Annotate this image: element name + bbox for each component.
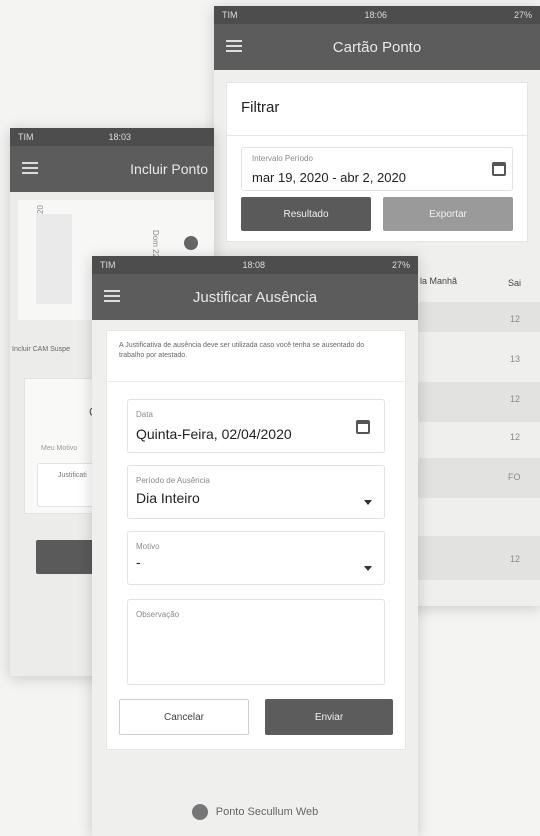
table-row-band [418, 382, 540, 422]
page-title: Incluir Ponto [130, 161, 208, 177]
time-text: 18:03 [108, 132, 132, 142]
battery-text: 27% [391, 260, 410, 270]
page-title: Justificar Ausência [192, 288, 318, 306]
carrier-text: TIM [100, 260, 116, 270]
table-row-band [418, 302, 540, 332]
result-button[interactable]: Resultado [241, 197, 371, 231]
reason-value: - [136, 554, 141, 570]
period-field[interactable]: Intervalo Período mar 19, 2020 - abr 2, … [241, 147, 513, 191]
table-cell: FO [508, 472, 521, 482]
table-header-right: Sai [508, 278, 522, 288]
send-button[interactable]: Enviar [265, 699, 393, 735]
table-cell: 12 [510, 432, 521, 442]
filter-card: Filtrar Intervalo Período mar 19, 2020 -… [226, 82, 528, 242]
absence-period-value: Dia Inteiro [136, 490, 200, 506]
app-bar: Justificar Ausência [92, 274, 418, 320]
absence-period-label: Período de Ausência [136, 476, 210, 485]
date-field[interactable]: Data Quinta-Feira, 02/04/2020 [127, 399, 385, 453]
divider [227, 135, 527, 136]
table-cell: 12 [510, 554, 521, 564]
app-bar: Cartão Ponto [214, 24, 540, 70]
calendar-icon[interactable] [356, 420, 370, 434]
export-button[interactable]: Exportar [383, 197, 513, 231]
justificar-ausencia-screen: TIM 18:08 27% Justificar Ausência A Just… [92, 256, 418, 836]
calendar-icon[interactable] [492, 162, 506, 176]
notes-textarea[interactable]: Observação [127, 599, 385, 685]
status-bar: TIM 18:08 27% [92, 256, 418, 274]
logo-icon [191, 804, 208, 820]
period-value: mar 19, 2020 - abr 2, 2020 [252, 170, 406, 185]
table-cell: 13 [510, 354, 521, 364]
reason-select[interactable]: Motivo - [127, 531, 385, 585]
table-header-left: la Manhã [420, 276, 458, 286]
menu-icon[interactable] [104, 290, 120, 302]
filter-heading: Filtrar [241, 99, 280, 116]
chart-label: Dom 22 [151, 230, 160, 259]
form-card: A Justificativa de ausência deve ser uti… [106, 330, 406, 750]
notes-label: Observação [136, 610, 180, 619]
page-title: Cartão Ponto [332, 38, 422, 56]
table-row-band [418, 536, 540, 580]
battery-text: 27% [513, 10, 532, 20]
row-label: Incluir CAM Suspe [12, 346, 70, 353]
date-value: Quinta-Feira, 02/04/2020 [136, 426, 292, 442]
sub-label: Meu Motivo [41, 445, 78, 452]
menu-icon[interactable] [226, 40, 242, 52]
intro-text: A Justificativa de ausência deve ser uti… [119, 342, 365, 359]
time-text: 18:06 [364, 10, 387, 20]
footer-text: Ponto Secullum Web [215, 806, 319, 818]
chevron-down-icon [364, 500, 372, 505]
chevron-down-icon [364, 566, 372, 571]
period-label: Intervalo Período [252, 154, 313, 163]
divider [107, 381, 405, 382]
chart-bar [36, 214, 72, 304]
reason-label: Motivo [136, 542, 160, 551]
location-pin-icon [184, 236, 198, 250]
menu-icon[interactable] [22, 162, 38, 174]
table-row-band [418, 458, 540, 498]
field-label: Justificati [58, 472, 87, 479]
footer: Ponto Secullum Web [92, 804, 418, 820]
table-cell: 12 [510, 314, 521, 324]
carrier-text: TIM [18, 132, 34, 142]
cancel-button[interactable]: Cancelar [119, 699, 249, 735]
table-cell: 12 [510, 394, 521, 404]
time-text: 18:08 [242, 260, 265, 270]
carrier-text: TIM [222, 10, 238, 20]
app-bar: Incluir Ponto [10, 146, 214, 192]
status-bar: TIM 18:03 [10, 128, 214, 146]
absence-period-select[interactable]: Período de Ausência Dia Inteiro [127, 465, 385, 519]
status-bar: TIM 18:06 27% [214, 6, 540, 24]
date-label: Data [136, 410, 153, 419]
